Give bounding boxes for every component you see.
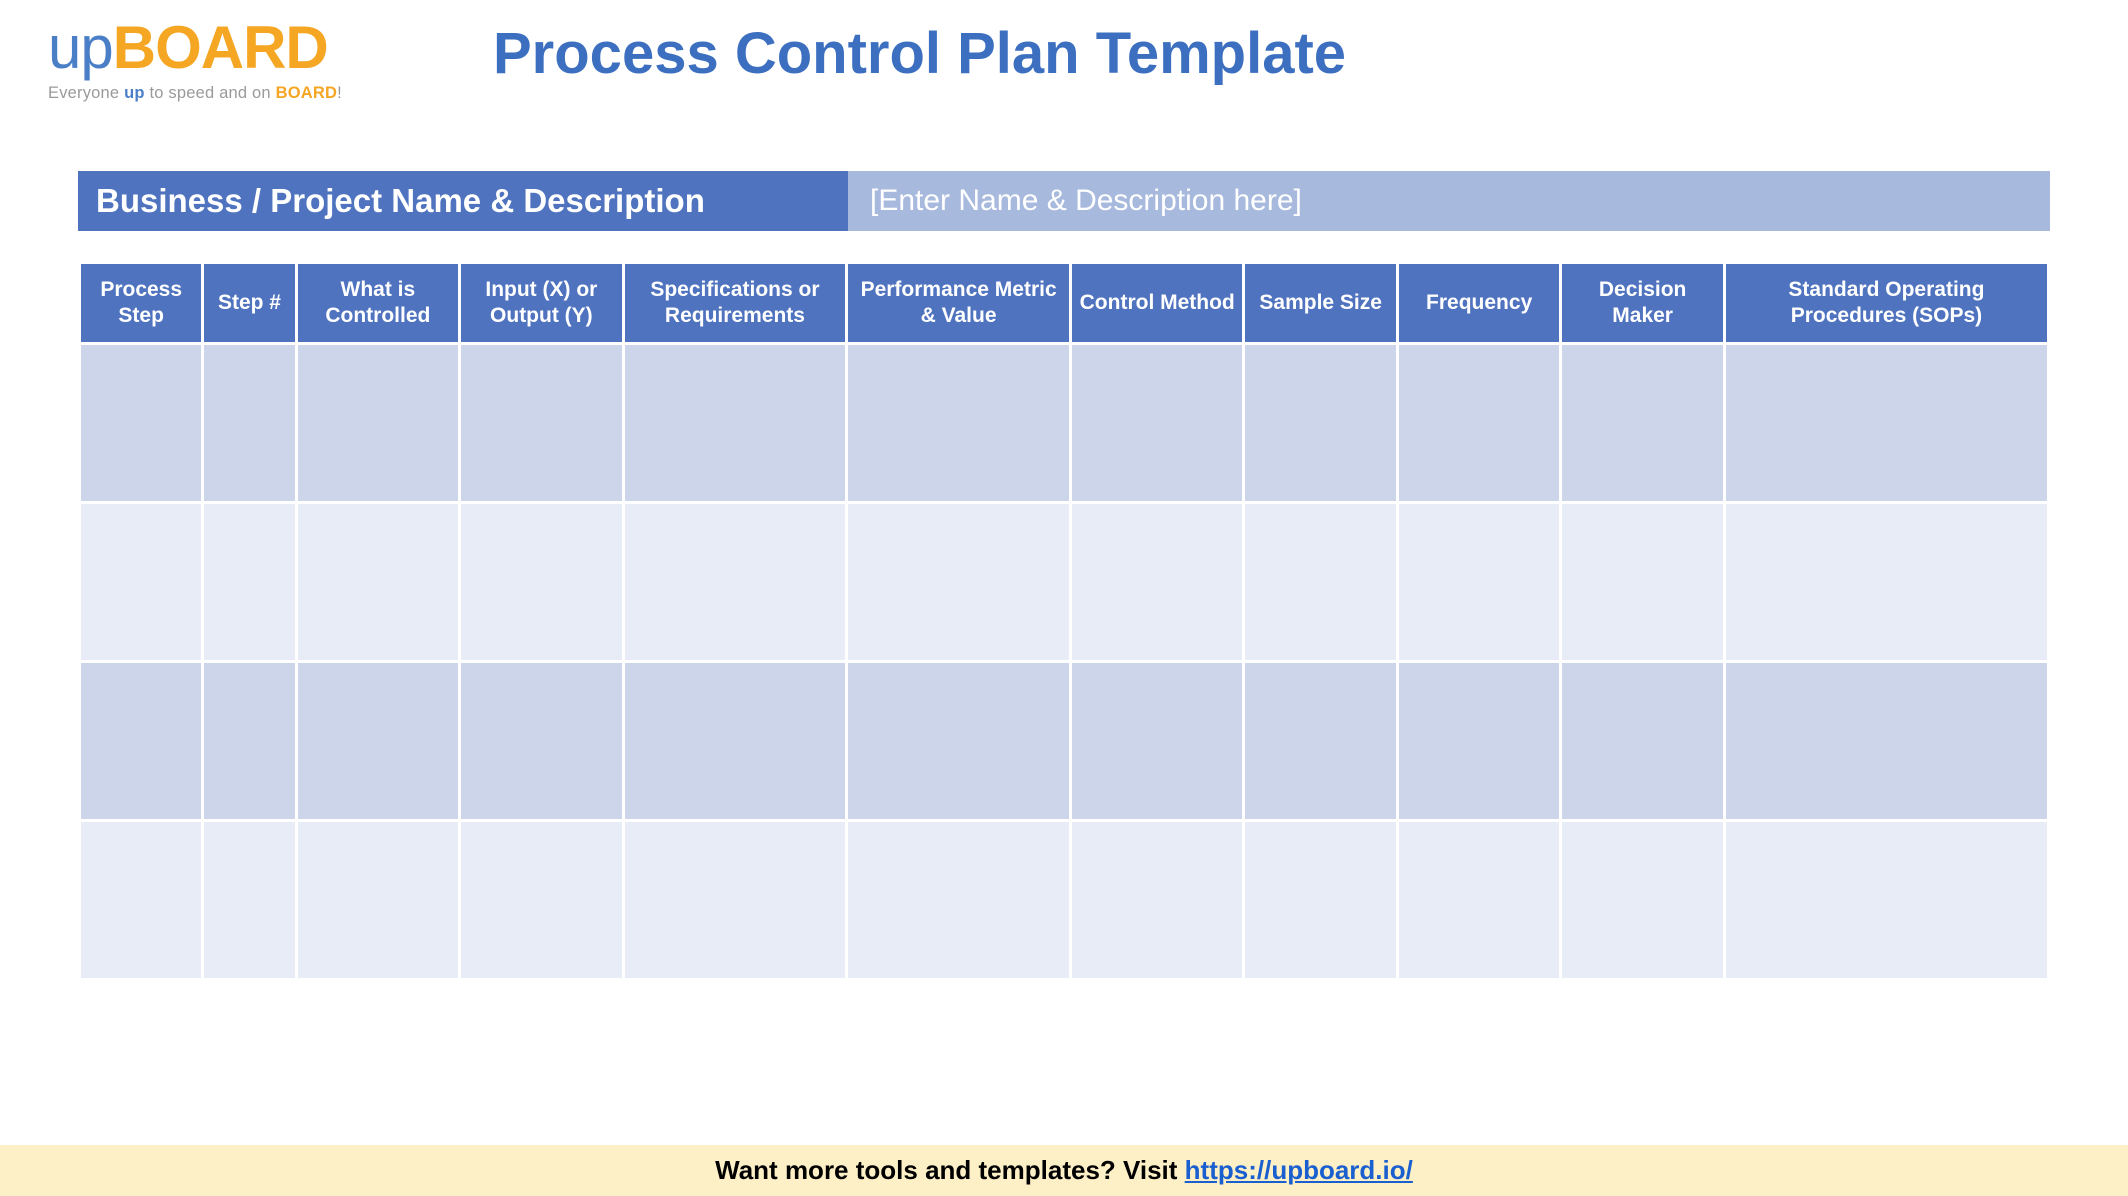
table-row (81, 345, 2047, 501)
tagline-up: up (124, 84, 145, 102)
cell[interactable] (1399, 822, 1559, 978)
cell[interactable] (1072, 822, 1243, 978)
table-row (81, 822, 2047, 978)
cell[interactable] (1399, 504, 1559, 660)
tagline-mid: to speed and on (145, 84, 276, 102)
th-sop: Standard Operating Procedures (SOPs) (1726, 264, 2047, 342)
cell[interactable] (848, 663, 1069, 819)
th-step-num: Step # (204, 264, 294, 342)
tagline-pre: Everyone (48, 84, 124, 102)
footer-link[interactable]: https://upboard.io/ (1185, 1155, 1413, 1185)
cell[interactable] (1562, 822, 1722, 978)
logo: upBOARD Everyone up to speed and on BOAR… (48, 18, 378, 103)
cell[interactable] (848, 345, 1069, 501)
table-wrap: Process Step Step # What is Controlled I… (78, 261, 2050, 981)
cell[interactable] (1562, 504, 1722, 660)
tagline-board: BOARD (276, 84, 338, 102)
cell[interactable] (1726, 345, 2047, 501)
cell[interactable] (1562, 345, 1722, 501)
cell[interactable] (298, 663, 458, 819)
table-body (81, 345, 2047, 978)
cell[interactable] (1245, 345, 1395, 501)
cell[interactable] (1245, 663, 1395, 819)
th-decision-maker: Decision Maker (1562, 264, 1722, 342)
cell[interactable] (81, 504, 201, 660)
th-sample-size: Sample Size (1245, 264, 1395, 342)
th-performance: Performance Metric & Value (848, 264, 1069, 342)
cell[interactable] (1072, 504, 1243, 660)
cell[interactable] (625, 504, 846, 660)
cell[interactable] (81, 345, 201, 501)
th-specifications: Specifications or Requirements (625, 264, 846, 342)
logo-tagline: Everyone up to speed and on BOARD! (48, 84, 378, 103)
cell[interactable] (1072, 345, 1243, 501)
logo-board-text: BOARD (113, 14, 328, 81)
cell[interactable] (1245, 822, 1395, 978)
cell[interactable] (298, 345, 458, 501)
cell[interactable] (81, 822, 201, 978)
table-header-row: Process Step Step # What is Controlled I… (81, 264, 2047, 342)
logo-up-text: up (48, 14, 113, 81)
cell[interactable] (625, 822, 846, 978)
content: Business / Project Name & Description [E… (0, 171, 2128, 981)
cell[interactable] (848, 504, 1069, 660)
logo-main: upBOARD (48, 18, 378, 78)
cell[interactable] (204, 504, 294, 660)
cell[interactable] (1726, 663, 2047, 819)
cell[interactable] (204, 345, 294, 501)
cell[interactable] (1245, 504, 1395, 660)
cell[interactable] (298, 822, 458, 978)
control-plan-table: Process Step Step # What is Controlled I… (78, 261, 2050, 981)
banner-input[interactable]: [Enter Name & Description here] (848, 171, 2050, 231)
table-row (81, 504, 2047, 660)
footer-text: Want more tools and templates? Visit (715, 1155, 1185, 1185)
cell[interactable] (848, 822, 1069, 978)
cell[interactable] (461, 345, 621, 501)
th-frequency: Frequency (1399, 264, 1559, 342)
cell[interactable] (1399, 663, 1559, 819)
table-row (81, 663, 2047, 819)
cell[interactable] (625, 663, 846, 819)
tagline-post: ! (337, 84, 342, 102)
th-control-method: Control Method (1072, 264, 1243, 342)
cell[interactable] (1726, 504, 2047, 660)
cell[interactable] (461, 504, 621, 660)
cell[interactable] (1562, 663, 1722, 819)
footer: Want more tools and templates? Visit htt… (0, 1145, 2128, 1196)
cell[interactable] (1399, 345, 1559, 501)
cell[interactable] (461, 663, 621, 819)
page-title: Process Control Plan Template (493, 20, 1346, 87)
th-what-controlled: What is Controlled (298, 264, 458, 342)
cell[interactable] (204, 663, 294, 819)
project-banner: Business / Project Name & Description [E… (78, 171, 2050, 231)
header: upBOARD Everyone up to speed and on BOAR… (0, 0, 2128, 103)
cell[interactable] (1726, 822, 2047, 978)
cell[interactable] (81, 663, 201, 819)
cell[interactable] (1072, 663, 1243, 819)
th-process-step: Process Step (81, 264, 201, 342)
cell[interactable] (625, 345, 846, 501)
banner-label: Business / Project Name & Description (78, 171, 848, 231)
cell[interactable] (204, 822, 294, 978)
cell[interactable] (461, 822, 621, 978)
th-input-output: Input (X) or Output (Y) (461, 264, 621, 342)
cell[interactable] (298, 504, 458, 660)
